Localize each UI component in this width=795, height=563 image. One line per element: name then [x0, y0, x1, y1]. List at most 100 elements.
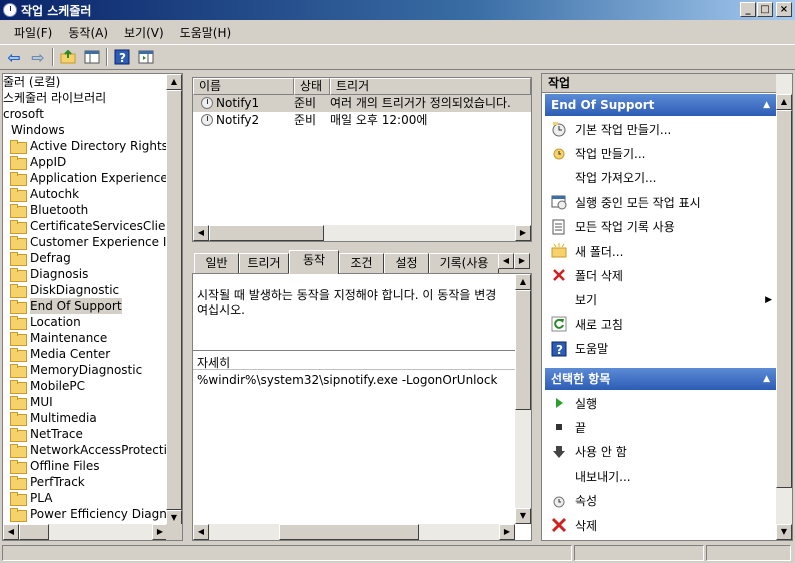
- action-item[interactable]: 삭제: [545, 513, 778, 537]
- tree-item[interactable]: PLA: [3, 490, 168, 506]
- close-button[interactable]: ×: [776, 2, 792, 17]
- tree-item[interactable]: DiskDiagnostic: [3, 282, 168, 298]
- minimize-button[interactable]: _: [740, 2, 756, 17]
- tree-item[interactable]: NetworkAccessProtectio: [3, 442, 168, 458]
- scroll-up-button[interactable]: ▲: [166, 74, 182, 90]
- tab-conditions[interactable]: 조건: [339, 253, 384, 274]
- tab-settings[interactable]: 설정: [384, 253, 429, 274]
- tree-item[interactable]: Media Center: [3, 346, 168, 362]
- forward-button[interactable]: ⇨: [28, 47, 48, 67]
- tree-horizontal-scrollbar[interactable]: ◀ ▶: [3, 524, 168, 540]
- action-item[interactable]: 실행: [545, 391, 778, 415]
- tree-item[interactable]: 줄러 (로컬): [3, 74, 168, 90]
- console-tree[interactable]: 줄러 (로컬) 스케줄러 라이브러리 crosoft Windows Active Di…: [2, 73, 183, 541]
- action-item[interactable]: 작업 만들기...: [545, 141, 778, 165]
- task-row[interactable]: Notify2 준비 매일 오후 12:00에: [193, 112, 531, 129]
- tab-scroll-left-button[interactable]: ◀: [498, 253, 514, 269]
- maximize-button[interactable]: □: [757, 2, 773, 17]
- scroll-left-button[interactable]: ◀: [193, 524, 209, 540]
- scroll-left-button[interactable]: ◀: [3, 524, 19, 540]
- scroll-up-button[interactable]: ▲: [776, 94, 792, 110]
- action-item[interactable]: 새 폴더...: [545, 239, 778, 263]
- action-item[interactable]: 끝: [545, 415, 778, 439]
- action-detail-row[interactable]: %windir%\system32\sipnotify.exe -LogonOr…: [197, 373, 497, 387]
- tab-horizontal-scrollbar[interactable]: ◀ ▶: [193, 524, 515, 540]
- action-item[interactable]: 실행 중인 모든 작업 표시: [545, 190, 778, 214]
- tree-item[interactable]: Location: [3, 314, 168, 330]
- scroll-right-button[interactable]: ▶: [499, 524, 515, 540]
- tree-item[interactable]: PerfTrack: [3, 474, 168, 490]
- tree-item[interactable]: Maintenance: [3, 330, 168, 346]
- tree-item[interactable]: Customer Experience Im: [3, 234, 168, 250]
- help-button[interactable]: ?: [112, 47, 132, 67]
- action-item[interactable]: 속성: [545, 489, 778, 513]
- action-item[interactable]: 작업 가져오기...: [545, 166, 778, 190]
- tree-item[interactable]: Application Experience: [3, 170, 168, 186]
- action-item[interactable]: 폴더 삭제: [545, 263, 778, 287]
- menu-file[interactable]: 파일(F): [6, 24, 60, 41]
- tree-item[interactable]: Autochk: [3, 186, 168, 202]
- tree-item[interactable]: Multimedia: [3, 410, 168, 426]
- scroll-right-button[interactable]: ▶: [515, 225, 531, 241]
- scroll-down-button[interactable]: ▼: [515, 508, 531, 524]
- menu-action[interactable]: 동작(A): [60, 24, 116, 41]
- tree-item[interactable]: MUI: [3, 394, 168, 410]
- task-list-horizontal-scrollbar[interactable]: ◀ ▶: [193, 225, 531, 241]
- tree-item[interactable]: NetTrace: [3, 426, 168, 442]
- tab-actions[interactable]: 동작: [289, 250, 339, 274]
- folder-icon: [10, 476, 27, 490]
- tree-item[interactable]: Defrag: [3, 250, 168, 266]
- menu-view[interactable]: 보기(V): [116, 24, 172, 41]
- task-row[interactable]: Notify1 준비 여러 개의 트리거가 정의되었습니다.: [193, 95, 531, 112]
- action-item[interactable]: 기본 작업 만들기...: [545, 117, 778, 141]
- tree-item[interactable]: Diagnosis: [3, 266, 168, 282]
- tree-item[interactable]: End Of Support: [3, 298, 168, 314]
- action-item[interactable]: 보기 ▶: [545, 288, 778, 312]
- tree-item[interactable]: MemoryDiagnostic: [3, 362, 168, 378]
- scroll-thumb[interactable]: [19, 524, 49, 540]
- column-name[interactable]: 이름: [193, 78, 294, 95]
- action-item[interactable]: 사용 안 함: [545, 440, 778, 464]
- task-list[interactable]: 이름 상태 트리거 Notify1 준비 여러 개의 트리거가 정의되었습니다. N…: [192, 77, 532, 242]
- scroll-up-button[interactable]: ▲: [515, 274, 531, 290]
- tab-history[interactable]: 기록(사용: [429, 253, 499, 274]
- action-item[interactable]: ? 도움말: [545, 337, 778, 361]
- tree-item[interactable]: Bluetooth: [3, 202, 168, 218]
- tree-item[interactable]: Windows: [3, 122, 168, 138]
- column-status[interactable]: 상태: [294, 78, 330, 95]
- scroll-thumb[interactable]: [279, 524, 419, 540]
- show-hide-console-tree-button[interactable]: [82, 47, 102, 67]
- tab-triggers[interactable]: 트리거: [239, 253, 289, 274]
- action-item[interactable]: 모든 작업 기록 사용: [545, 215, 778, 239]
- up-folder-button[interactable]: [58, 47, 78, 67]
- column-triggers[interactable]: 트리거: [330, 78, 531, 95]
- tree-item[interactable]: AppID: [3, 154, 168, 170]
- tree-item[interactable]: Power Efficiency Diagno: [3, 506, 168, 522]
- tab-scroll-right-button[interactable]: ▶: [514, 253, 530, 269]
- show-hide-action-pane-button[interactable]: [136, 47, 156, 67]
- action-item-label: 내보내기...: [575, 469, 631, 484]
- scroll-down-button[interactable]: ▼: [776, 524, 792, 540]
- tree-item[interactable]: CertificateServicesClient: [3, 218, 168, 234]
- back-button[interactable]: ⇦: [4, 47, 24, 67]
- action-item[interactable]: 내보내기...: [545, 464, 778, 488]
- scroll-left-button[interactable]: ◀: [193, 225, 209, 241]
- tree-item[interactable]: MobilePC: [3, 378, 168, 394]
- tree-item[interactable]: Active Directory Rights N: [3, 138, 168, 154]
- action-item[interactable]: 새로 고침: [545, 312, 778, 336]
- tree-item[interactable]: Offline Files: [3, 458, 168, 474]
- tab-vertical-scrollbar[interactable]: ▲ ▼: [515, 274, 531, 524]
- section-selected-item[interactable]: 선택한 항목 ▲: [545, 368, 778, 390]
- tree-item-label: Customer Experience Im: [30, 235, 168, 249]
- scroll-thumb[interactable]: [209, 225, 324, 241]
- section-end-of-support[interactable]: End Of Support ▲: [545, 94, 778, 116]
- scroll-thumb[interactable]: [166, 90, 182, 510]
- scroll-thumb[interactable]: [776, 110, 792, 488]
- actions-vertical-scrollbar[interactable]: ▲ ▼: [776, 74, 792, 540]
- menu-help[interactable]: 도움말(H): [172, 24, 240, 41]
- tree-item[interactable]: crosoft: [3, 106, 168, 122]
- tree-vertical-scrollbar[interactable]: ▲ ▼: [166, 74, 182, 526]
- scroll-thumb[interactable]: [515, 290, 531, 410]
- tab-general[interactable]: 일반: [194, 253, 239, 274]
- tree-item[interactable]: 스케줄러 라이브러리: [3, 90, 168, 106]
